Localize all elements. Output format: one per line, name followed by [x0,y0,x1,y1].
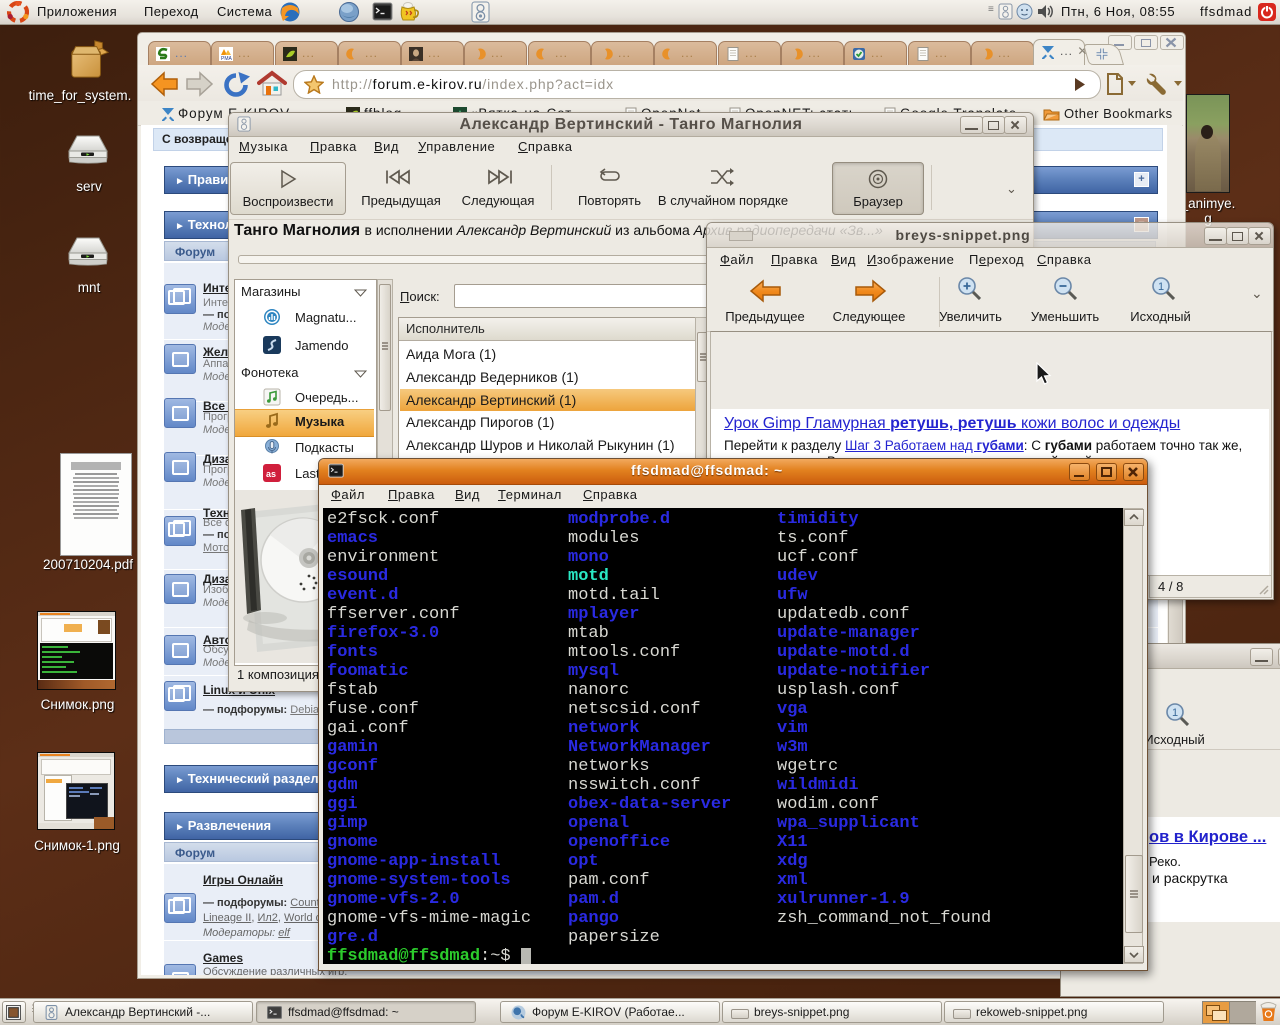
svg-text:1: 1 [1158,281,1164,293]
svg-text:as: as [266,469,276,479]
svg-text:PMA: PMA [221,56,233,61]
svg-text:1: 1 [1172,707,1178,719]
